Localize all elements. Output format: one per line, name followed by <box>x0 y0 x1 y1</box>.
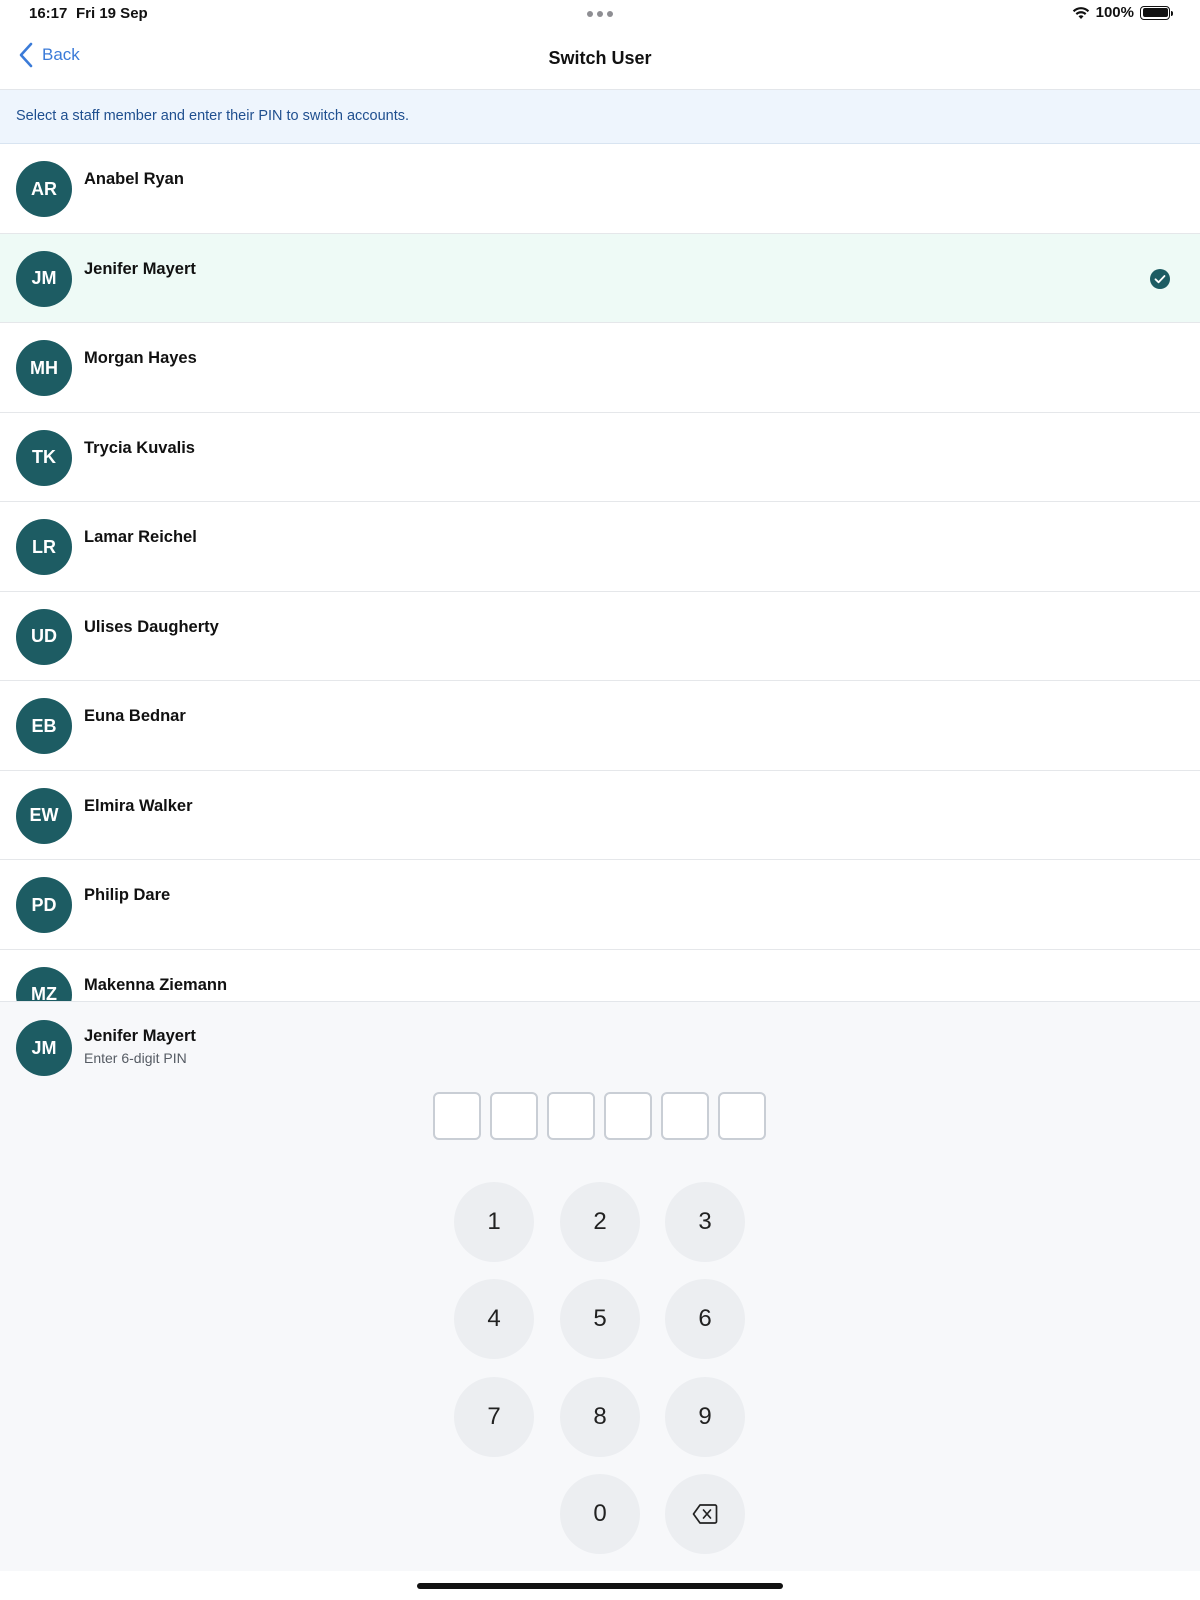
avatar: PD <box>16 877 72 933</box>
user-name: Elmira Walker <box>84 796 193 815</box>
status-date: Fri 19 Sep <box>76 5 148 22</box>
pin-digit-box <box>547 1092 595 1140</box>
user-name: Euna Bednar <box>84 707 186 725</box>
user-row[interactable]: UD Ulises Daugherty <box>0 591 1200 681</box>
pin-user-name: Jenifer Mayert <box>84 1027 196 1045</box>
user-row[interactable]: EB Euna Bednar <box>0 681 1200 771</box>
navigation-bar: Back Switch User <box>0 30 1200 90</box>
pin-digit-box <box>604 1092 652 1140</box>
user-row[interactable]: TK Trycia Kuvalis <box>0 412 1200 502</box>
user-row[interactable]: PD Philip Dare <box>0 860 1200 950</box>
key-7[interactable]: 7 <box>454 1377 534 1457</box>
key-9[interactable]: 9 <box>665 1377 745 1457</box>
pin-input[interactable] <box>433 1092 766 1140</box>
checkmark-circle-icon <box>1150 268 1170 289</box>
key-2[interactable]: 2 <box>560 1182 640 1262</box>
key-4[interactable]: 4 <box>454 1279 534 1359</box>
pin-entry-panel: JM Jenifer Mayert Enter 6-digit PIN 1 2 … <box>0 1001 1200 1571</box>
user-row-selected[interactable]: JM Jenifer Mayert <box>0 233 1200 323</box>
pin-digit-box <box>433 1092 481 1140</box>
user-list[interactable]: AR Anabel Ryan JM Jenifer Mayert MH Morg… <box>0 144 1200 1001</box>
key-0[interactable]: 0 <box>560 1474 640 1554</box>
user-name: Philip Dare <box>84 886 171 904</box>
page-title: Switch User <box>548 48 652 68</box>
user-row[interactable]: AR Anabel Ryan <box>0 144 1200 234</box>
avatar: MH <box>16 340 72 396</box>
user-row[interactable]: LR Lamar Reichel <box>0 502 1200 592</box>
user-name: Jenifer Mayert <box>84 259 196 278</box>
pin-digit-box <box>718 1092 766 1140</box>
pin-prompt: Enter 6-digit PIN <box>84 1050 187 1066</box>
pin-digit-box <box>661 1092 709 1140</box>
avatar: AR <box>16 161 72 217</box>
user-name: Lamar Reichel <box>84 528 197 546</box>
pin-digit-box <box>490 1092 538 1140</box>
avatar: EB <box>16 698 72 754</box>
delete-button[interactable] <box>665 1474 745 1554</box>
avatar: EW <box>16 787 72 844</box>
multitasking-dots-icon[interactable] <box>587 11 613 17</box>
key-5[interactable]: 5 <box>560 1279 640 1359</box>
key-1[interactable]: 1 <box>454 1182 534 1262</box>
user-row[interactable]: MZ Makenna Ziemann <box>0 949 1200 1001</box>
home-indicator[interactable] <box>417 1583 783 1589</box>
user-row[interactable]: EW Elmira Walker <box>0 770 1200 860</box>
wifi-icon <box>1072 6 1089 19</box>
battery-percent: 100% <box>1095 4 1134 21</box>
avatar: LR <box>16 519 72 575</box>
info-banner-text: Select a staff member and enter their PI… <box>16 108 410 124</box>
status-bar: 16:17 Fri 19 Sep 100% <box>0 0 1200 28</box>
user-name: Trycia Kuvalis <box>84 438 195 457</box>
avatar: UD <box>16 608 72 665</box>
avatar: JM <box>16 1020 72 1076</box>
key-6[interactable]: 6 <box>665 1279 745 1359</box>
key-3[interactable]: 3 <box>665 1182 745 1262</box>
status-time: 16:17 <box>29 5 68 22</box>
status-indicators: 100% <box>1072 4 1173 21</box>
avatar: TK <box>16 429 72 486</box>
avatar: JM <box>16 250 72 307</box>
user-row[interactable]: MH Morgan Hayes <box>0 323 1200 413</box>
backspace-icon <box>692 1504 718 1524</box>
user-name: Morgan Hayes <box>84 349 197 367</box>
user-name: Makenna Ziemann <box>84 975 228 994</box>
battery-icon <box>1140 5 1173 20</box>
key-8[interactable]: 8 <box>560 1377 640 1457</box>
user-name: Anabel Ryan <box>84 170 184 188</box>
info-banner: Select a staff member and enter their PI… <box>0 90 1200 144</box>
user-name: Ulises Daugherty <box>84 617 219 636</box>
avatar: MZ <box>16 966 72 1001</box>
